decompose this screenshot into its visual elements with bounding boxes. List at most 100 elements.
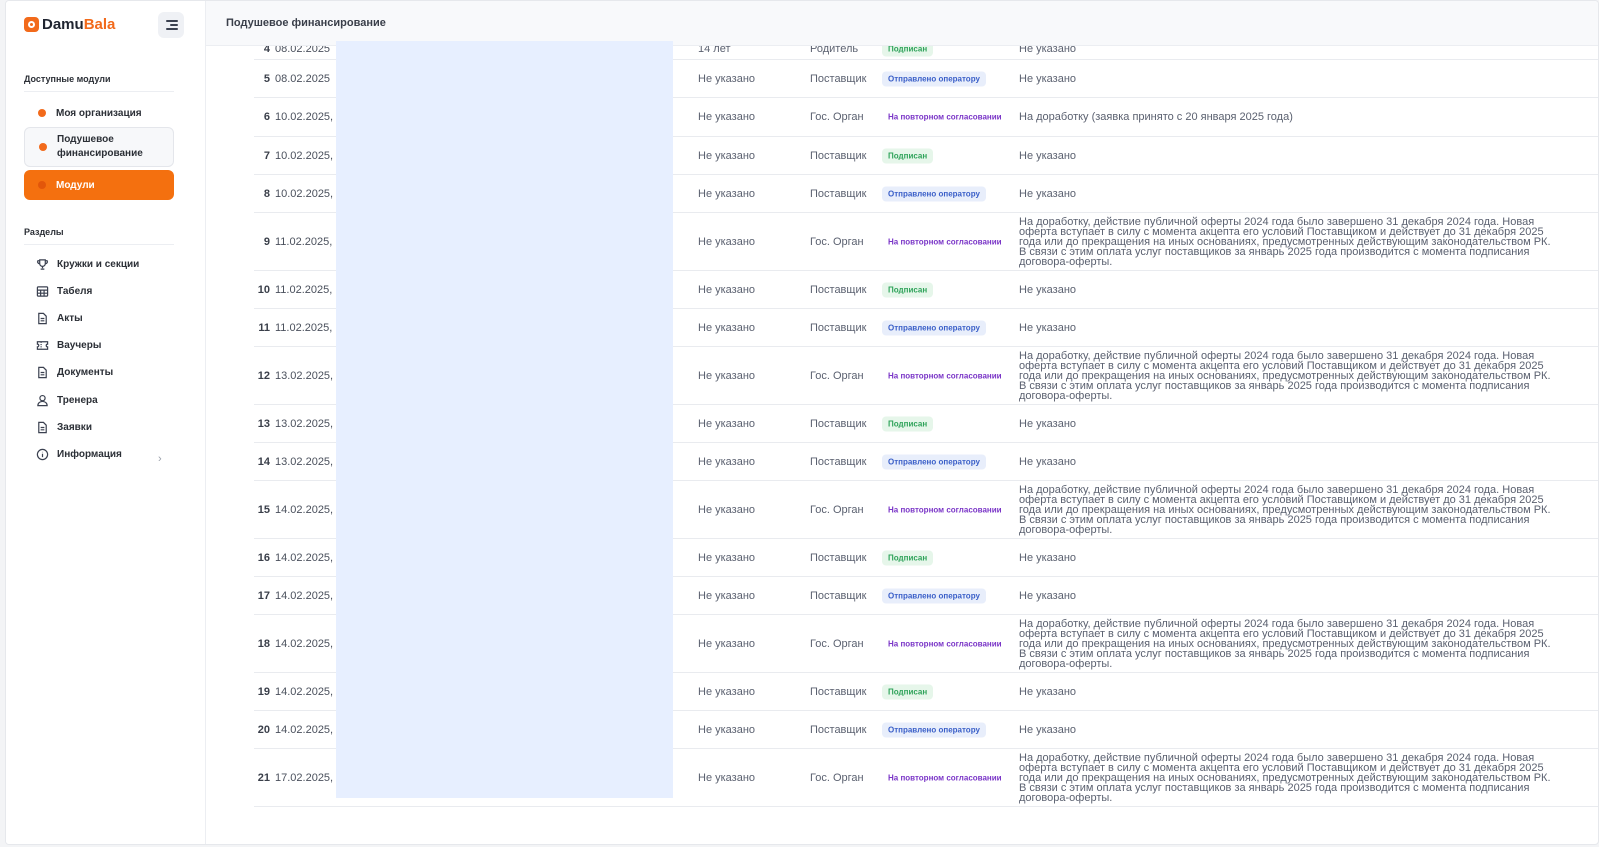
row-comment: Не указано [1019,321,1077,334]
user-icon [37,394,48,407]
row-recipient: 14 лет [698,46,731,55]
row-recipient: Не указано [698,321,756,334]
page-title: Подушевое финансирование [226,17,386,29]
sidebar-item-label: Табеля [57,286,93,297]
row-date: 11.02.2025, [275,321,333,334]
row-status: Отправлено оператору [882,71,986,86]
logo-icon [24,17,39,32]
status-badge: На повторном согласовании [882,636,1008,651]
status-badge: Отправлено оператору [882,722,986,737]
row-status: Отправлено оператору [882,588,986,603]
row-recipient: Не указано [698,235,756,248]
table-icon [36,286,49,297]
module-my-organization[interactable]: Моя организация [24,104,174,122]
row-recipient: Не указано [698,417,756,430]
row-role: Поставщик [810,723,867,736]
row-recipient: Не указано [698,685,756,698]
row-date: 14.02.2025, [275,589,334,602]
row-date: 13.02.2025, [275,369,334,382]
sections-title: Разделы [24,227,64,237]
row-date: 13.02.2025, [275,417,334,430]
sidebar-item-label: Тренера [57,395,98,406]
row-comment: Не указано [1019,187,1077,200]
row-recipient: Не указано [698,187,756,200]
row-recipient: Не указано [698,72,756,85]
row-recipient: Не указано [698,771,756,784]
info-icon [36,448,49,461]
row-status: На повторном согласовании [882,636,1008,651]
sidebar-item-acts[interactable]: Акты [36,312,83,325]
status-badge: На повторном согласовании [882,770,1008,785]
row-number: 12 [257,369,270,382]
row-role: Поставщик [810,685,867,698]
row-recipient: Не указано [698,111,756,123]
row-recipient: Не указано [698,551,756,564]
row-number: 19 [257,685,270,698]
sidebar-item-requests[interactable]: Заявки [36,421,92,434]
row-role: Поставщик [810,149,867,162]
row-status: Отправлено оператору [882,320,986,335]
row-role: Поставщик [810,321,867,334]
row-date: 08.02.2025 [275,72,331,85]
row-number: 4 [263,46,270,55]
module-label: Подушевое финансирование [57,134,143,159]
module-per-capita-financing[interactable]: Подушевое финансирование [24,127,174,167]
app-window: Damu Bala Доступные модули Моя организаци… [5,0,1599,845]
status-badge: Отправлено оператору [882,588,986,603]
status-badge: Отправлено оператору [882,186,986,201]
row-status: Подписан [882,282,934,297]
document-icon [38,366,47,379]
chevron-right-icon[interactable]: › [158,453,162,465]
sidebar-item-documents[interactable]: Документы [36,366,113,379]
row-status: Подписан [882,416,934,431]
status-badge: Подписан [882,282,934,297]
row-comment: На доработку, действие публичной оферты … [1019,349,1551,402]
module-label: Моя организация [56,107,142,119]
row-date: 14.02.2025, [275,637,334,650]
row-recipient: Не указано [698,149,756,162]
status-badge: Отправлено оператору [882,71,986,86]
sidebar-item-trainers[interactable]: Тренера [36,394,98,407]
row-number: 7 [263,149,270,162]
row-comment: Не указано [1019,46,1077,55]
row-number: 18 [257,637,270,650]
row-date: 08.02.2025 [275,46,331,55]
row-role: Поставщик [810,551,867,564]
row-role: Гос. Орган [810,235,864,248]
row-number: 9 [263,235,270,248]
row-status: Отправлено оператору [882,186,986,201]
row-number: 20 [257,723,270,736]
sidebar-item-vouchers[interactable]: Ваучеры [36,339,101,352]
row-number: 10 [257,283,270,296]
sidebar-item-label: Информация [57,449,122,460]
row-comment: На доработку, действие публичной оферты … [1019,751,1551,804]
sidebar-item-clubs[interactable]: Кружки и секции [36,258,139,271]
row-status: Подписан [882,148,934,163]
row-role: Поставщик [810,72,867,85]
row-role: Родитель [810,46,859,55]
row-comment: Не указано [1019,723,1077,736]
status-badge: Подписан [882,550,934,565]
sidebar-item-information[interactable]: Информация [36,448,122,461]
row-status: На повторном согласовании [882,502,1008,517]
sidebar-item-label: Кружки и секции [57,259,140,270]
row-date: 17.02.2025, [275,771,334,784]
row-comment: На доработку, действие публичной оферты … [1019,617,1551,670]
row-number: 15 [257,503,270,516]
row-date: 14.02.2025, [275,551,334,564]
row-status: На повторном согласовании [882,770,1008,785]
row-status: На повторном согласовании [882,109,1008,125]
row-comment: Не указано [1019,685,1077,698]
menu-toggle-button[interactable] [158,12,184,38]
sidebar-item-label: Документы [57,367,114,378]
row-role: Поставщик [810,455,867,468]
dot-icon [39,143,47,151]
row-date: 10.02.2025, [275,111,334,123]
divider [24,244,174,245]
row-number: 6 [263,111,270,123]
row-date: 11.02.2025, [275,235,333,248]
module-modules[interactable]: Модули [24,170,174,200]
sidebar-item-timesheets[interactable]: Табеля [36,285,92,298]
logo[interactable]: Damu Bala [24,16,115,33]
row-comment: На доработку, действие публичной оферты … [1019,483,1551,536]
